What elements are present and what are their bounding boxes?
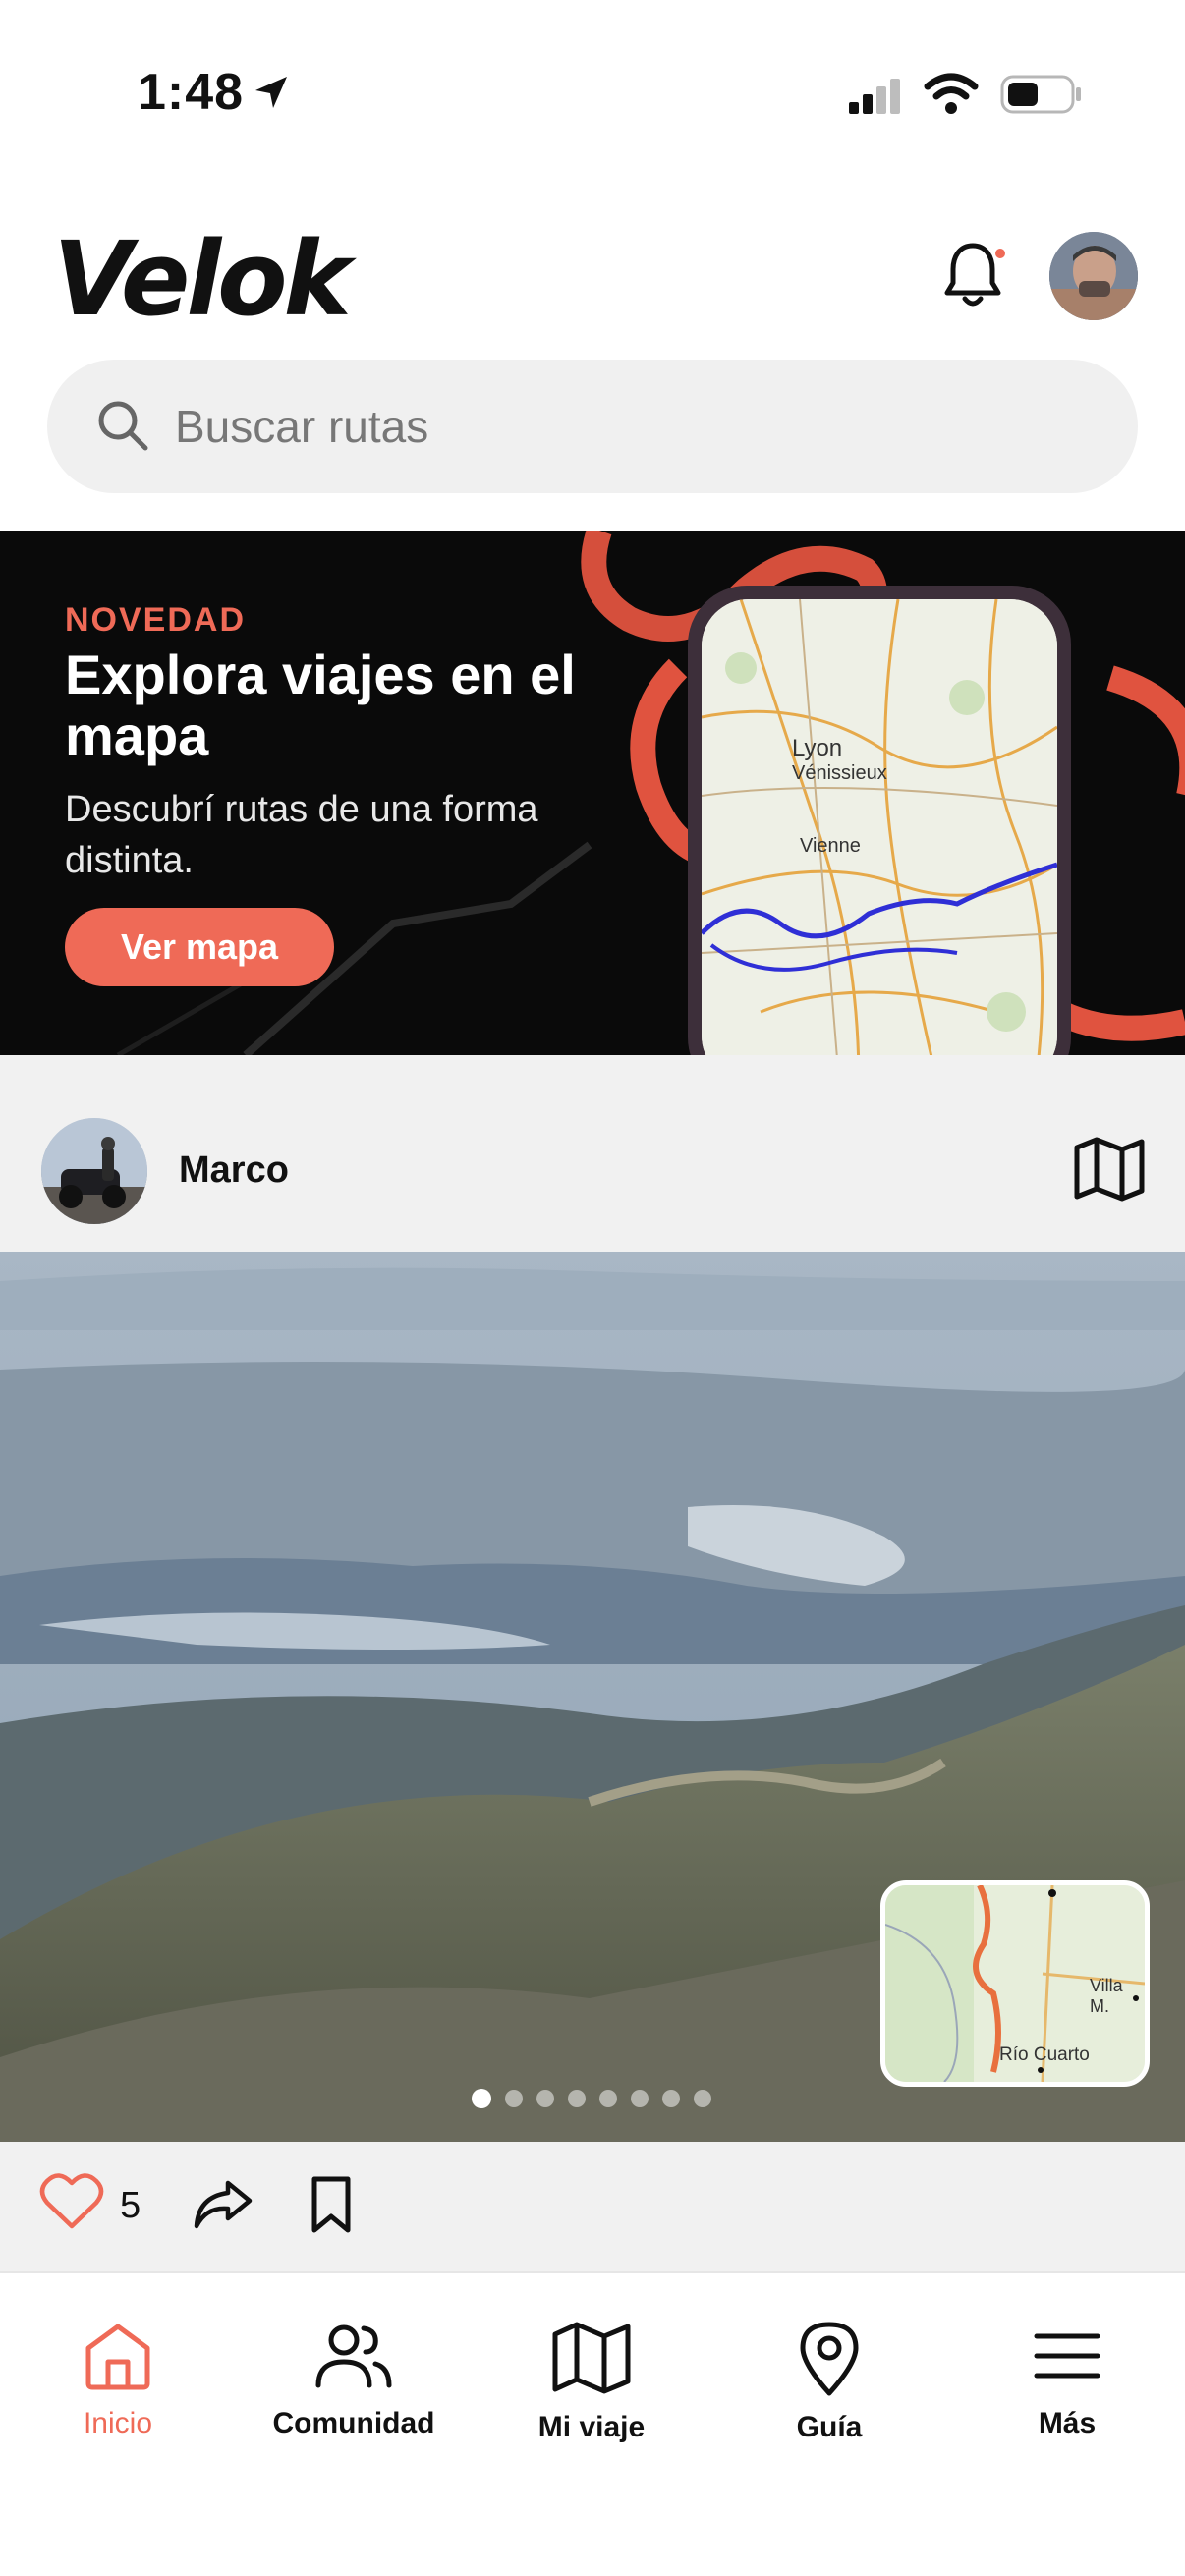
carousel-dot[interactable]	[599, 2090, 617, 2107]
battery-icon	[1000, 75, 1081, 114]
map-illustration	[702, 599, 1057, 1055]
nav-label-guia: Guía	[796, 2411, 863, 2443]
heart-icon[interactable]	[39, 2171, 104, 2230]
share-icon[interactable]	[193, 2177, 254, 2232]
signal-icon	[849, 79, 900, 114]
map-label-lyon: Lyon	[792, 735, 843, 761]
nav-label-mas: Más	[1038, 2407, 1097, 2439]
phone-mockup: Lyon Vénissieux Vienne	[688, 586, 1071, 1055]
nav-item-inicio[interactable]: Inicio	[0, 2319, 236, 2440]
avatar-image	[1049, 232, 1138, 320]
nav-item-mas[interactable]: Más	[949, 2319, 1185, 2440]
app-logo: Velok	[53, 228, 352, 330]
search-bar[interactable]	[47, 360, 1138, 493]
banner-title: Explora viajes en el mapa	[65, 644, 576, 766]
menu-icon	[1034, 2333, 1100, 2379]
banner-subtitle: Descubrí rutas de una forma distinta.	[65, 789, 538, 881]
nav-item-comunidad[interactable]: Comunidad	[236, 2319, 472, 2440]
post-avatar-image	[41, 1118, 147, 1224]
nav-item-guia[interactable]: Guía	[711, 2319, 947, 2444]
minimap-label-villa: Villa M.	[1090, 1976, 1123, 2016]
home-icon	[85, 2324, 150, 2390]
nav-label-mi-viaje: Mi viaje	[537, 2411, 646, 2443]
carousel-dot[interactable]	[631, 2090, 649, 2107]
phone-map-screen: Lyon Vénissieux Vienne	[702, 599, 1057, 1055]
app-logo-text: Velok	[53, 219, 352, 339]
photo-carousel-dots	[472, 2089, 711, 2108]
carousel-dot[interactable]	[472, 2089, 491, 2108]
promo-banner[interactable]: Lyon Vénissieux Vienne NOVEDAD Explora v…	[0, 531, 1185, 1055]
banner-eyebrow: NOVEDAD	[65, 601, 247, 639]
users-icon	[315, 2324, 392, 2388]
pin-icon	[800, 2322, 859, 2396]
nav-label-comunidad: Comunidad	[272, 2407, 435, 2439]
status-bar: 1:48	[0, 0, 1185, 157]
nav-label-inicio: Inicio	[83, 2407, 153, 2439]
route-minimap[interactable]: Villa M. Río Cuarto	[880, 1880, 1150, 2087]
profile-avatar[interactable]	[1049, 232, 1138, 320]
map-label-venissieux: Vénissieux	[792, 762, 887, 784]
nav-item-mi-viaje[interactable]: Mi viaje	[474, 2319, 709, 2444]
carousel-dot[interactable]	[694, 2090, 711, 2107]
post-actions: 5	[0, 2142, 1185, 2271]
post-author-avatar[interactable]	[41, 1118, 147, 1224]
like-count: 5	[120, 2185, 141, 2226]
post-author-name[interactable]: Marco	[179, 1149, 289, 1192]
carousel-dot[interactable]	[662, 2090, 680, 2107]
bookmark-icon[interactable]	[307, 2175, 356, 2234]
search-input[interactable]	[175, 387, 1059, 466]
carousel-dot[interactable]	[536, 2090, 554, 2107]
map-icon	[552, 2322, 631, 2394]
minimap-label-rio-cuarto: Río Cuarto	[999, 2044, 1090, 2065]
search-icon	[98, 401, 148, 451]
route-map-icon[interactable]	[1071, 1134, 1148, 1204]
status-time: 1:48	[138, 64, 245, 121]
location-arrow-icon	[255, 77, 287, 108]
wifi-icon	[924, 73, 979, 114]
post-header: Marco	[0, 1055, 1185, 1252]
carousel-dot[interactable]	[505, 2090, 523, 2107]
bottom-navigation: Inicio Comunidad Mi viaje Guía Más	[0, 2271, 1185, 2576]
map-label-vienne: Vienne	[800, 835, 861, 857]
notification-badge	[992, 246, 1008, 261]
carousel-dot[interactable]	[568, 2090, 586, 2107]
view-map-button[interactable]: Ver mapa	[65, 908, 334, 986]
